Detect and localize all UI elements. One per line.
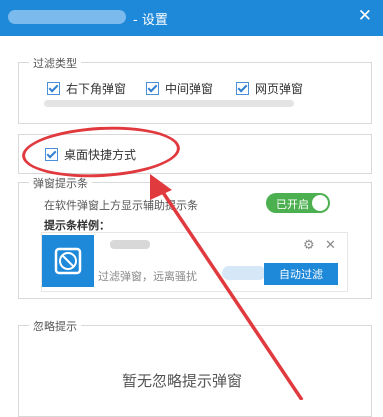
auto-filter-button[interactable]: 自动过滤 <box>264 263 338 285</box>
app-name-blurred <box>8 10 126 24</box>
checkbox-checked-icon <box>146 82 159 95</box>
blurred-app-name <box>110 240 150 249</box>
checkbox-bottom-right-popup[interactable]: 右下角弹窗 <box>47 80 126 97</box>
toggle-knob <box>312 195 328 211</box>
checkbox-webpage-popup[interactable]: 网页弹窗 <box>236 80 303 97</box>
toggle-label: 已开启 <box>276 198 309 211</box>
blurred-text <box>44 100 294 107</box>
checkbox-checked-icon <box>47 82 60 95</box>
checkbox-middle-popup[interactable]: 中间弹窗 <box>146 80 213 97</box>
close-icon[interactable]: ✕ <box>358 6 372 26</box>
sample-label: 提示条样例： <box>44 219 110 232</box>
blocked-popup-icon <box>42 235 94 287</box>
ignore-empty-text: 暂无忽略提示弹窗 <box>122 372 243 390</box>
checkbox-checked-icon <box>236 82 249 95</box>
checkbox-label: 右下角弹窗 <box>66 82 127 96</box>
popup-tip-legend: 弹窗提示条 <box>29 175 92 191</box>
checkbox-label: 网页弹窗 <box>255 82 304 96</box>
sample-text: 过滤弹窗，远离骚扰 <box>98 270 197 283</box>
window-title: - 设置 <box>133 13 168 28</box>
popup-tip-description: 在软件弹窗上方显示辅助提示条 <box>44 199 198 212</box>
checkbox-label: 中间弹窗 <box>165 82 214 96</box>
blurred-progress <box>222 266 266 280</box>
filter-type-legend: 过滤类型 <box>29 55 81 71</box>
title-bar: - 设置 ✕ <box>0 0 383 36</box>
preview-gear-icon[interactable]: ⚙ <box>303 238 315 253</box>
popup-tip-toggle[interactable]: 已开启 <box>266 193 330 213</box>
ignore-legend: 忽略提示 <box>29 318 81 334</box>
preview-close-icon[interactable]: ✕ <box>325 238 336 253</box>
